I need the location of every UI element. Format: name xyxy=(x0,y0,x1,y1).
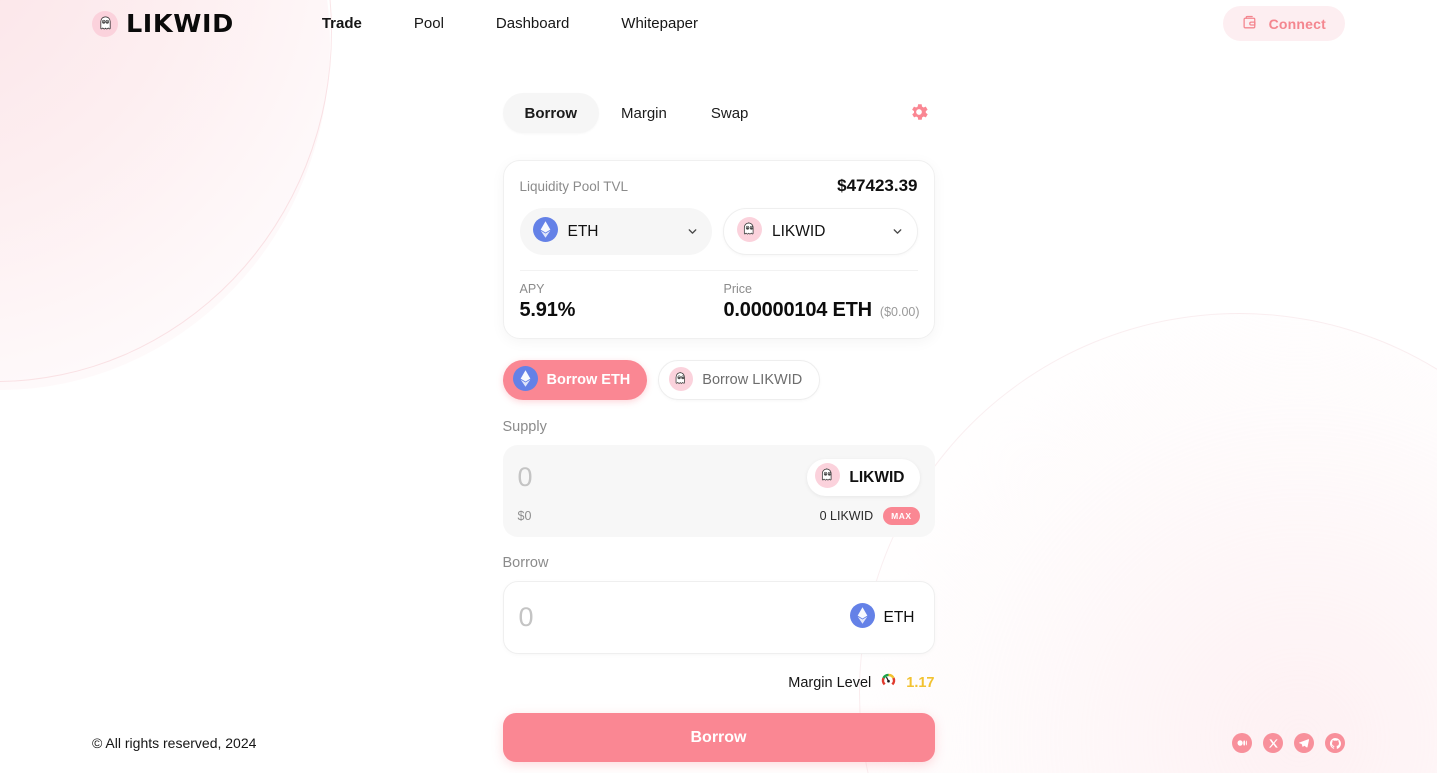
token-selector-eth[interactable]: ETH xyxy=(519,208,712,255)
brand-name: LIKWID xyxy=(125,9,234,38)
social-links xyxy=(1232,733,1345,753)
apy-stat: APY 5.91% xyxy=(520,282,724,322)
borrow-input-card: ETH xyxy=(502,581,935,654)
site-header: LIKWID Trade Pool Dashboard Whitepaper C… xyxy=(0,0,1437,47)
borrow-eth-label: Borrow ETH xyxy=(546,372,631,388)
gauge-icon xyxy=(880,672,897,694)
margin-level-row: Margin Level 1.17 xyxy=(503,672,935,694)
likwid-token-icon xyxy=(669,366,694,394)
borrow-eth-button[interactable]: Borrow ETH xyxy=(502,360,648,400)
supply-token-chip[interactable]: LIKWID xyxy=(807,459,920,496)
ghost-logo-icon xyxy=(92,10,118,37)
pool-token-selectors: ETH LIKWID xyxy=(519,208,918,255)
borrow-likwid-button[interactable]: Borrow LIKWID xyxy=(658,360,821,400)
ethereum-icon xyxy=(532,216,558,247)
borrow-likwid-label: Borrow LIKWID xyxy=(702,372,803,388)
mode-tabs: Borrow Margin Swap xyxy=(502,93,935,133)
github-icon[interactable] xyxy=(1325,733,1345,753)
token-selector-eth-label: ETH xyxy=(567,222,599,240)
tab-swap[interactable]: Swap xyxy=(689,93,771,133)
tab-borrow[interactable]: Borrow xyxy=(502,93,599,133)
background-arc-top-left xyxy=(0,0,332,382)
wallet-icon xyxy=(1242,14,1259,34)
borrow-token-chip[interactable]: ETH xyxy=(842,599,919,636)
price-label: Price xyxy=(723,282,752,296)
background-blob-top-left xyxy=(0,0,330,390)
chevron-down-icon xyxy=(891,225,904,238)
borrow-token-symbol: ETH xyxy=(883,608,915,626)
trade-panel: Borrow Margin Swap Liquidity Pool TVL $4… xyxy=(502,47,935,762)
supply-input-card: LIKWID $0 0 LIKWID MAX xyxy=(502,445,935,537)
supply-balance: 0 LIKWID xyxy=(819,509,874,523)
chevron-down-icon xyxy=(686,225,699,238)
nav-item-pool[interactable]: Pool xyxy=(414,15,444,32)
apy-label: APY xyxy=(519,282,545,296)
supply-usd-value: $0 xyxy=(517,509,532,523)
apy-value: 5.91% xyxy=(519,299,576,321)
token-selector-likwid[interactable]: LIKWID xyxy=(723,208,918,255)
connect-label: Connect xyxy=(1268,15,1326,32)
main-navigation: Trade Pool Dashboard Whitepaper xyxy=(322,15,698,32)
gear-icon xyxy=(908,101,930,126)
price-value: 0.00000104 ETH xyxy=(723,299,873,321)
borrow-amount-input[interactable] xyxy=(518,602,769,633)
settings-button[interactable] xyxy=(903,97,935,129)
medium-icon[interactable] xyxy=(1232,733,1252,753)
nav-item-trade[interactable]: Trade xyxy=(322,15,362,32)
margin-level-value: 1.17 xyxy=(906,675,935,691)
pool-tvl-value: $47423.39 xyxy=(837,176,918,195)
copyright-text: © All rights reserved, 2024 xyxy=(92,735,257,751)
supply-token-symbol: LIKWID xyxy=(849,468,905,486)
nav-item-dashboard[interactable]: Dashboard xyxy=(496,15,569,32)
borrow-direction-toggle: Borrow ETH Borrow LIKWID xyxy=(502,360,935,400)
brand-logo[interactable]: LIKWID xyxy=(92,9,233,38)
telegram-icon[interactable] xyxy=(1294,733,1314,753)
borrow-section-label: Borrow xyxy=(502,555,549,571)
price-stat: Price 0.00000104 ETH ($0.00) xyxy=(724,282,920,322)
nav-item-whitepaper[interactable]: Whitepaper xyxy=(621,15,698,32)
pool-stats: APY 5.91% Price 0.00000104 ETH ($0.00) xyxy=(519,270,920,322)
margin-level-label: Margin Level xyxy=(788,675,872,691)
supply-section-label: Supply xyxy=(502,419,547,435)
token-selector-likwid-label: LIKWID xyxy=(772,222,826,240)
ethereum-icon xyxy=(849,602,875,633)
connect-wallet-button[interactable]: Connect xyxy=(1222,6,1345,41)
pool-tvl-label: Liquidity Pool TVL xyxy=(519,179,629,194)
price-usd-value: ($0.00) xyxy=(879,305,920,319)
pool-tvl-row: Liquidity Pool TVL $47423.39 xyxy=(520,176,918,196)
likwid-token-icon xyxy=(815,462,841,493)
tab-margin[interactable]: Margin xyxy=(599,93,689,133)
likwid-token-icon xyxy=(737,216,762,247)
x-twitter-icon[interactable] xyxy=(1263,733,1283,753)
site-footer: © All rights reserved, 2024 xyxy=(0,723,1437,763)
supply-amount-input[interactable] xyxy=(517,462,768,493)
background-arc-bottom-right xyxy=(859,313,1437,773)
ethereum-icon xyxy=(512,366,538,394)
supply-max-button[interactable]: MAX xyxy=(883,507,920,525)
liquidity-pool-card: Liquidity Pool TVL $47423.39 ETH LIKWID … xyxy=(502,160,935,339)
